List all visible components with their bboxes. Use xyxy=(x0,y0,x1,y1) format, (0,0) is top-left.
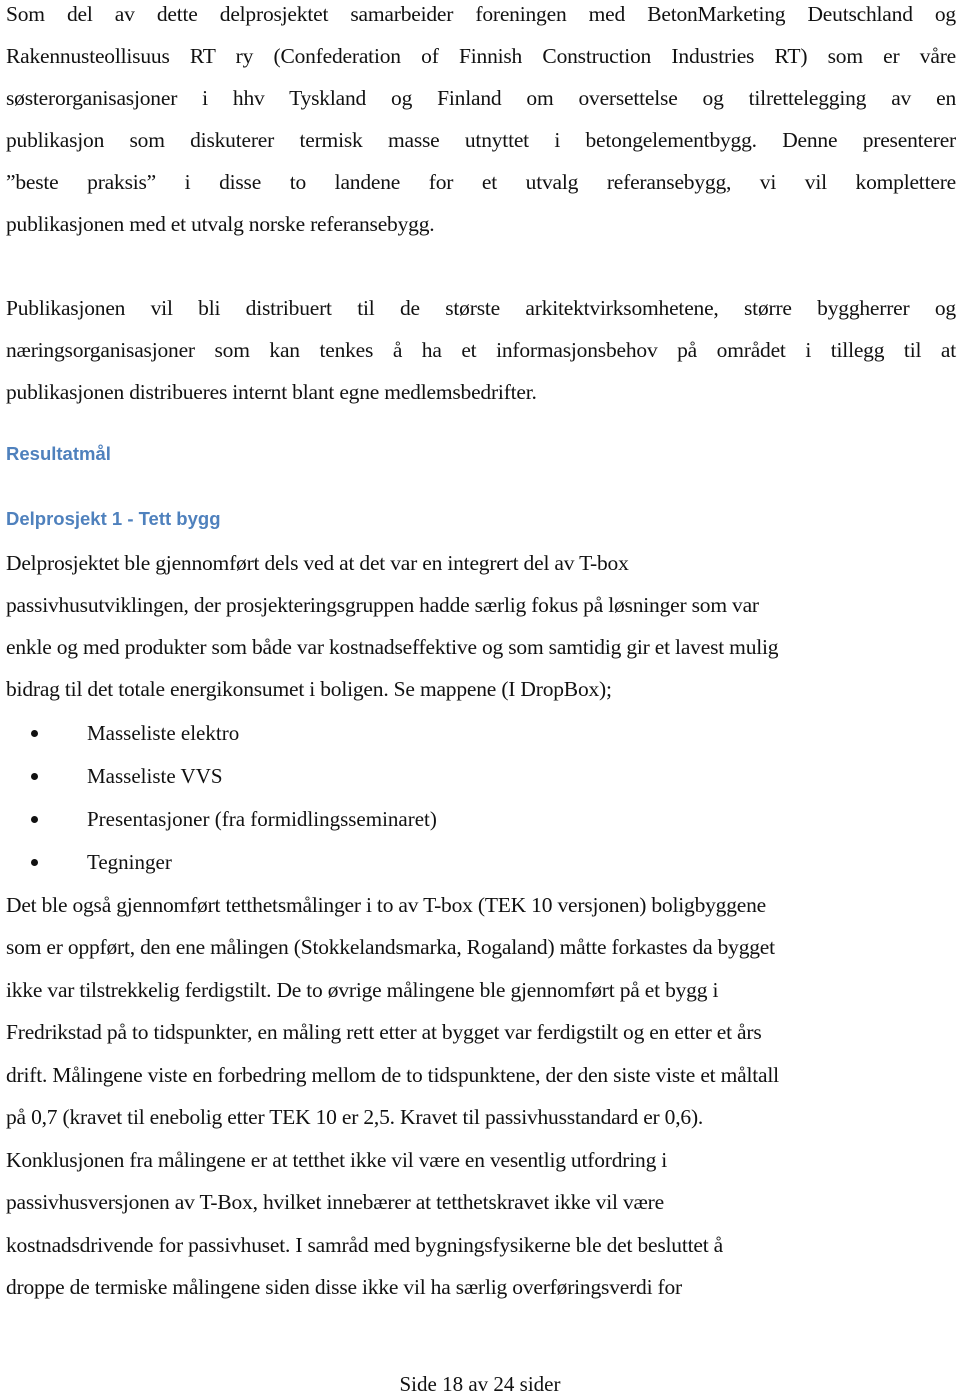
text-line: næringsorganisasjoner som kan tenkes å h… xyxy=(6,338,956,362)
text-line: Delprosjektet ble gjennomført dels ved a… xyxy=(6,551,629,575)
text-line: ikke var tilstrekkelig ferdigstilt. De t… xyxy=(6,978,719,1002)
list-item-label: Masseliste elektro xyxy=(87,721,240,745)
text-line: ”beste praksis” i disse to landene for e… xyxy=(6,170,956,194)
text-line: Konklusjonen fra målingene er at tetthet… xyxy=(6,1148,668,1172)
text-line: som er oppført, den ene målingen (Stokke… xyxy=(6,935,775,959)
text-line: kostnadsdrivende for passivhuset. I samr… xyxy=(6,1233,724,1257)
text-line: Det ble også gjennomført tetthetsmålinge… xyxy=(6,893,767,917)
list-item-label: Presentasjoner (fra formidlingsseminaret… xyxy=(87,807,437,831)
bullet-icon xyxy=(31,730,38,737)
bullet-icon xyxy=(31,773,38,780)
list-item-label: Masseliste VVS xyxy=(87,764,223,788)
bullet-icon xyxy=(31,859,38,866)
heading-delprosjekt-1: Delprosjekt 1 - Tett bygg xyxy=(6,508,221,529)
list-item-label: Tegninger xyxy=(87,850,172,874)
bullet-icon xyxy=(31,816,38,823)
text-line: bidrag til det totale energikonsumet i b… xyxy=(6,677,612,701)
text-line: publikasjonen med et utvalg norske refer… xyxy=(6,212,435,236)
text-line: droppe de termiske målingene siden disse… xyxy=(6,1275,683,1299)
text-line: Fredrikstad på to tidspunkter, en måling… xyxy=(6,1020,762,1044)
text-line: publikasjonen distribueres internt blant… xyxy=(6,380,537,404)
text-line: passivhusversjonen av T-Box, hvilket inn… xyxy=(6,1190,664,1214)
text-line: enkle og med produkter som både var kost… xyxy=(6,635,779,659)
text-line: Som del av dette delprosjektet samarbeid… xyxy=(6,2,956,26)
text-line: Rakennusteollisuus RT ry (Confederation … xyxy=(6,44,956,68)
text-line: drift. Målingene viste en forbedring mel… xyxy=(6,1063,779,1087)
text-line: passivhusutviklingen, der prosjekterings… xyxy=(6,593,759,617)
text-line: publikasjon som diskuterer termisk masse… xyxy=(6,128,956,152)
text-line: søsterorganisasjoner i hhv Tyskland og F… xyxy=(6,86,956,110)
text-line: Publikasjonen vil bli distribuert til de… xyxy=(6,296,956,320)
heading-resultatmal: Resultatmål xyxy=(6,443,111,464)
text-line: på 0,7 (kravet til enebolig etter TEK 10… xyxy=(6,1105,704,1129)
page-number-footer: Side 18 av 24 sider xyxy=(399,1372,561,1396)
